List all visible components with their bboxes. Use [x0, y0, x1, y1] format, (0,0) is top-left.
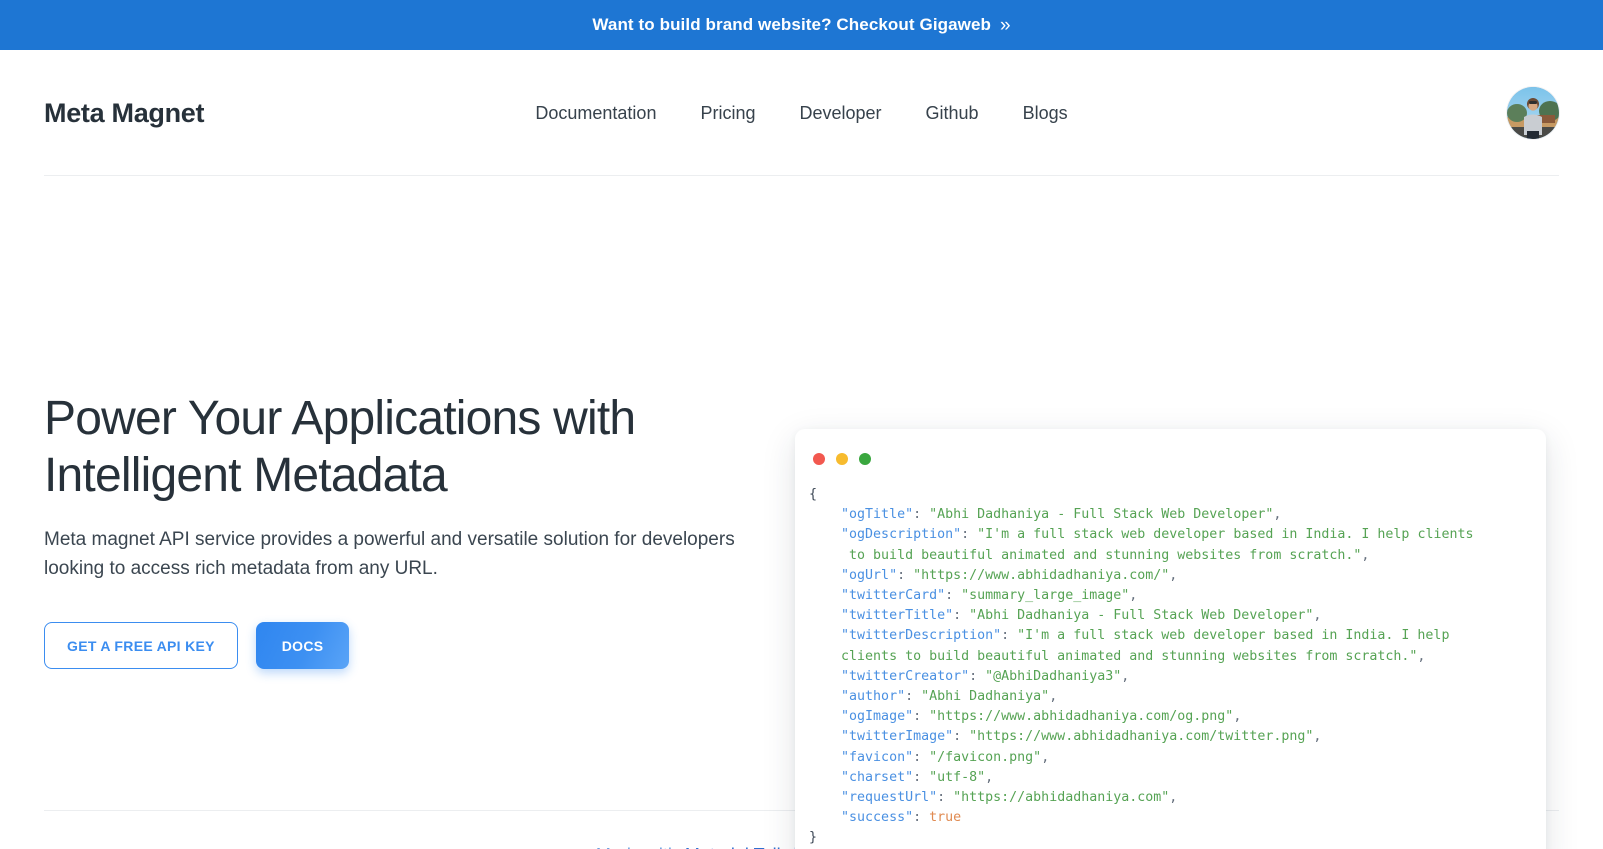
nav-link-github[interactable]: Github [926, 103, 979, 124]
code-line: "success": true [841, 810, 962, 826]
hero-subtitle: Meta magnet API service provides a power… [44, 529, 735, 580]
code-line: "favicon": "/favicon.png", [841, 749, 1050, 765]
code-line: "ogUrl": "https://www.abhidadhaniya.com/… [841, 567, 1178, 583]
brand-logo[interactable]: Meta Magnet [44, 98, 205, 129]
nav-link-blogs[interactable]: Blogs [1023, 103, 1068, 124]
chevron-right-double-icon: » [1000, 15, 1011, 36]
promo-banner[interactable]: Want to build brand website? Checkout Gi… [0, 0, 1603, 50]
promo-banner-text: Want to build brand website? Checkout Gi… [592, 15, 992, 34]
code-line: "ogImage": "https://www.abhidadhaniya.co… [841, 709, 1242, 725]
code-preview-card: { "ogTitle": "Abhi Dadhaniya - Full Stac… [795, 429, 1546, 849]
avatar-photo [1507, 87, 1559, 139]
nav-link-developer[interactable]: Developer [799, 103, 881, 124]
code-line: "ogTitle": "Abhi Dadhaniya - Full Stack … [841, 507, 1282, 523]
code-line: "charset": "utf-8", [841, 769, 994, 785]
minimize-dot-icon[interactable] [836, 453, 848, 465]
nav-links: Documentation Pricing Developer Github B… [535, 103, 1067, 124]
hero-section: Power Your Applications with Intelligent… [0, 176, 1603, 849]
nav-link-documentation[interactable]: Documentation [535, 103, 656, 124]
maximize-dot-icon[interactable] [859, 453, 871, 465]
footer-prefix: Made with [596, 845, 678, 849]
json-code-block: { "ogTitle": "Abhi Dadhaniya - Full Stac… [795, 485, 1546, 849]
code-line: "requestUrl": "https://abhidadhaniya.com… [841, 790, 1178, 806]
code-line: "ogDescription": "I'm a full stack web d… [841, 527, 1474, 563]
window-controls [795, 447, 1546, 465]
navbar: Meta Magnet Documentation Pricing Develo… [0, 50, 1603, 176]
code-line-open: { [809, 487, 818, 502]
code-line-close: } [809, 830, 818, 846]
code-line: "twitterTitle": "Abhi Dadhaniya - Full S… [841, 608, 1322, 624]
code-line: "author": "Abhi Dadhaniya", [841, 689, 1058, 705]
get-free-api-key-button[interactable]: GET A FREE API KEY [44, 622, 238, 669]
docs-button[interactable]: DOCS [255, 622, 350, 669]
code-line: "twitterDescription": "I'm a full stack … [841, 628, 1450, 664]
navbar-right [1507, 87, 1559, 139]
hero-text-column: Power Your Applications with Intelligent… [44, 176, 784, 669]
nav-link-pricing[interactable]: Pricing [700, 103, 755, 124]
close-dot-icon[interactable] [813, 453, 825, 465]
avatar[interactable] [1507, 87, 1559, 139]
code-line: "twitterImage": "https://www.abhidadhani… [841, 729, 1322, 745]
page-title: Power Your Applications with Intelligent… [44, 391, 684, 504]
code-line: "twitterCard": "summary_large_image", [841, 588, 1138, 604]
code-line: "twitterCreator": "@AbhiDadhaniya3", [841, 668, 1130, 684]
hero-actions: GET A FREE API KEY DOCS [44, 622, 784, 669]
hero-title-line-2: Intelligent Metadata [44, 448, 448, 502]
hero-title-line-1: Power Your Applications with [44, 392, 636, 445]
